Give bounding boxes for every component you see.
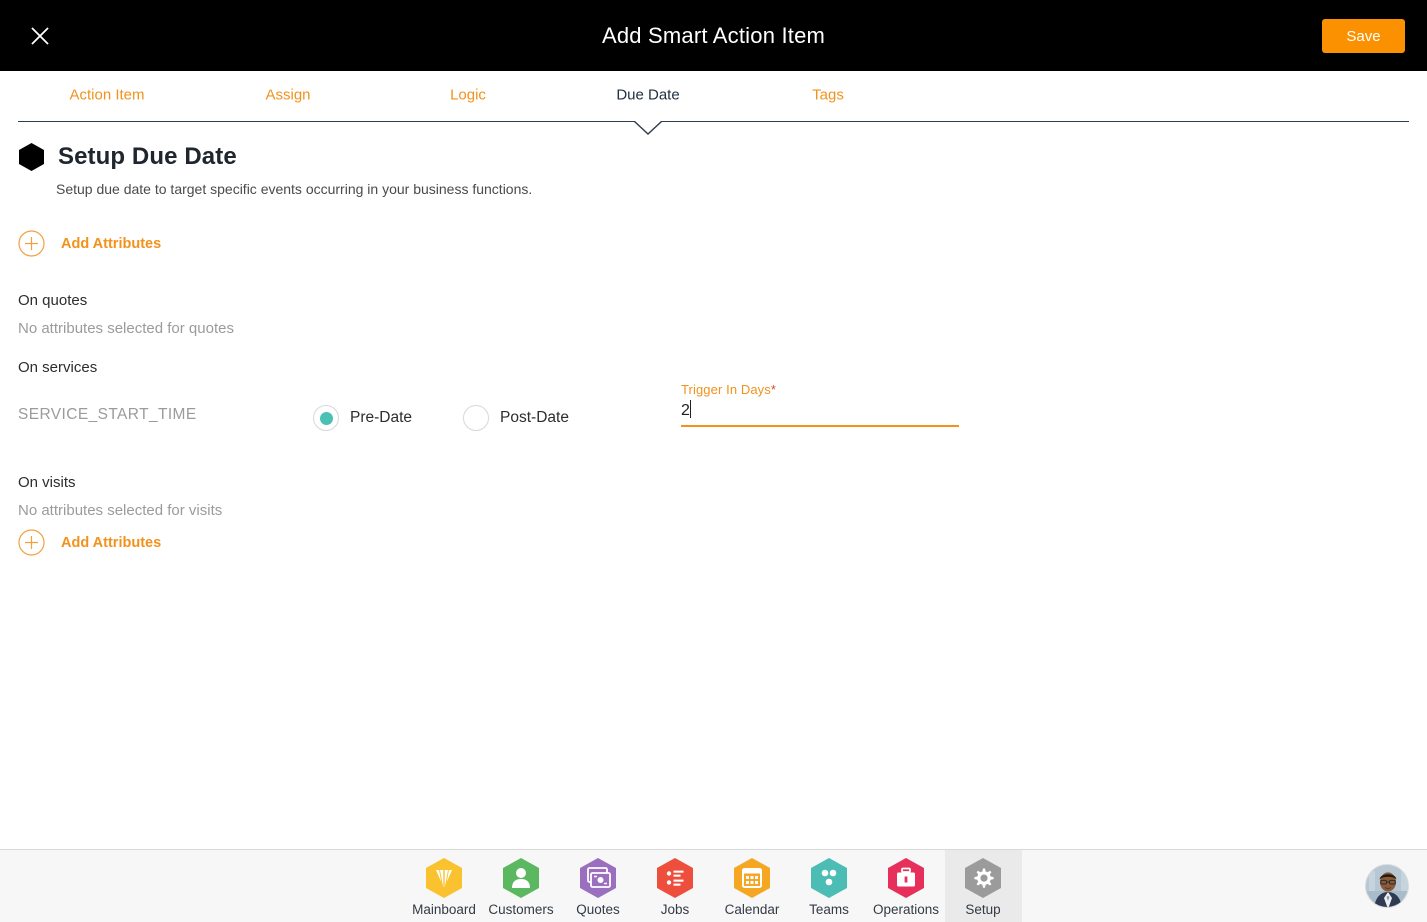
add-smart-action-item-screen: Add Smart Action Item Save Action Item As…	[0, 0, 1427, 922]
add-attributes-label-bottom: Add Attributes	[61, 534, 162, 551]
nav-item-quotes[interactable]: Quotes	[560, 850, 637, 922]
radio-label-pre-date: Pre-Date	[350, 409, 413, 426]
tab-bar: Action Item Assign Logic Due Date Tags	[0, 71, 1427, 135]
trigger-in-days-label: Trigger In Days*	[681, 382, 959, 397]
nav-item-jobs[interactable]: Jobs	[637, 850, 714, 922]
tab-action-item[interactable]: Action Item	[69, 87, 144, 104]
nav-item-customers[interactable]: Customers	[483, 850, 560, 922]
bottom-nav-list: Mainboard Customers Quotes Jobs Calendar Team…	[0, 850, 1427, 922]
plus-circle-icon	[18, 230, 45, 257]
trigger-in-days-input[interactable]: 2	[681, 399, 959, 427]
nav-item-setup[interactable]: Setup	[944, 850, 1022, 922]
add-attributes-label-top: Add Attributes	[61, 235, 162, 252]
nav-item-teams[interactable]: Teams	[791, 850, 868, 922]
pre-post-date-radio-group: Pre-Date Post-Date	[313, 405, 569, 431]
tab-due-date[interactable]: Due Date	[616, 87, 679, 104]
nav-label-jobs: Jobs	[660, 901, 690, 917]
nav-label-calendar: Calendar	[724, 901, 780, 917]
radio-label-post-date: Post-Date	[500, 409, 569, 426]
group-title-visits: On visits	[18, 474, 76, 491]
add-attributes-button-bottom[interactable]: Add Attributes	[18, 529, 161, 556]
nav-label-mainboard: Mainboard	[412, 901, 476, 917]
tab-logic[interactable]: Logic	[450, 87, 486, 104]
nav-label-operations: Operations	[872, 901, 940, 917]
radio-option-pre-date[interactable]: Pre-Date	[313, 405, 412, 431]
nav-label-customers: Customers	[488, 901, 554, 917]
tab-list: Action Item Assign Logic Due Date Tags	[0, 71, 1427, 119]
briefcase-icon	[886, 857, 926, 899]
radio-option-post-date[interactable]: Post-Date	[463, 405, 569, 431]
add-attributes-button-top[interactable]: Add Attributes	[18, 230, 161, 257]
required-marker: *	[770, 382, 777, 397]
page-title: Add Smart Action Item	[601, 22, 826, 48]
quote-icon	[578, 857, 618, 899]
gear-icon	[963, 857, 1003, 899]
save-button[interactable]: Save	[1322, 19, 1405, 53]
nav-label-teams: Teams	[809, 901, 849, 917]
trigger-in-days-field: Trigger In Days* 2	[681, 382, 959, 427]
top-bar: Add Smart Action Item Save	[0, 0, 1427, 71]
attribute-row-service-start-time: SERVICE_START_TIME Pre-Date Post-Date Tr…	[0, 382, 1427, 435]
nav-label-quotes: Quotes	[576, 901, 620, 917]
nav-item-operations[interactable]: Operations	[868, 850, 945, 922]
hexagon-icon	[18, 142, 45, 172]
plus-circle-icon	[18, 529, 45, 556]
teams-icon	[809, 857, 849, 899]
fan-icon	[424, 857, 464, 899]
nav-label-setup: Setup	[965, 901, 1001, 917]
trigger-in-days-value: 2	[681, 402, 690, 419]
nav-item-calendar[interactable]: Calendar	[714, 850, 791, 922]
text-caret	[689, 400, 691, 418]
group-empty-visits: No attributes selected for visits	[18, 502, 223, 519]
avatar[interactable]	[1365, 864, 1409, 908]
trigger-in-days-label-text: Trigger In Days	[681, 382, 771, 397]
group-empty-quotes: No attributes selected for quotes	[18, 320, 234, 337]
person-icon	[501, 857, 541, 899]
user-avatar	[1366, 865, 1408, 907]
attribute-name-label: SERVICE_START_TIME	[18, 406, 197, 423]
group-title-services: On services	[18, 359, 98, 376]
group-title-quotes: On quotes	[18, 292, 88, 309]
bottom-navigation-bar: Mainboard Customers Quotes Jobs Calendar Team…	[0, 849, 1427, 922]
active-tab-indicator	[634, 121, 662, 135]
tab-tags[interactable]: Tags	[812, 87, 844, 104]
section-header: Setup Due Date	[18, 142, 237, 172]
tab-assign[interactable]: Assign	[265, 87, 310, 104]
radio-mark-post-date	[463, 405, 490, 431]
radio-mark-pre-date	[313, 405, 339, 431]
tab-underline	[18, 121, 1409, 122]
nav-item-mainboard[interactable]: Mainboard	[406, 850, 483, 922]
calendar-icon	[732, 857, 772, 899]
section-title: Setup Due Date	[58, 143, 237, 170]
list-icon	[655, 857, 695, 899]
section-subtitle: Setup due date to target specific events…	[56, 181, 533, 197]
